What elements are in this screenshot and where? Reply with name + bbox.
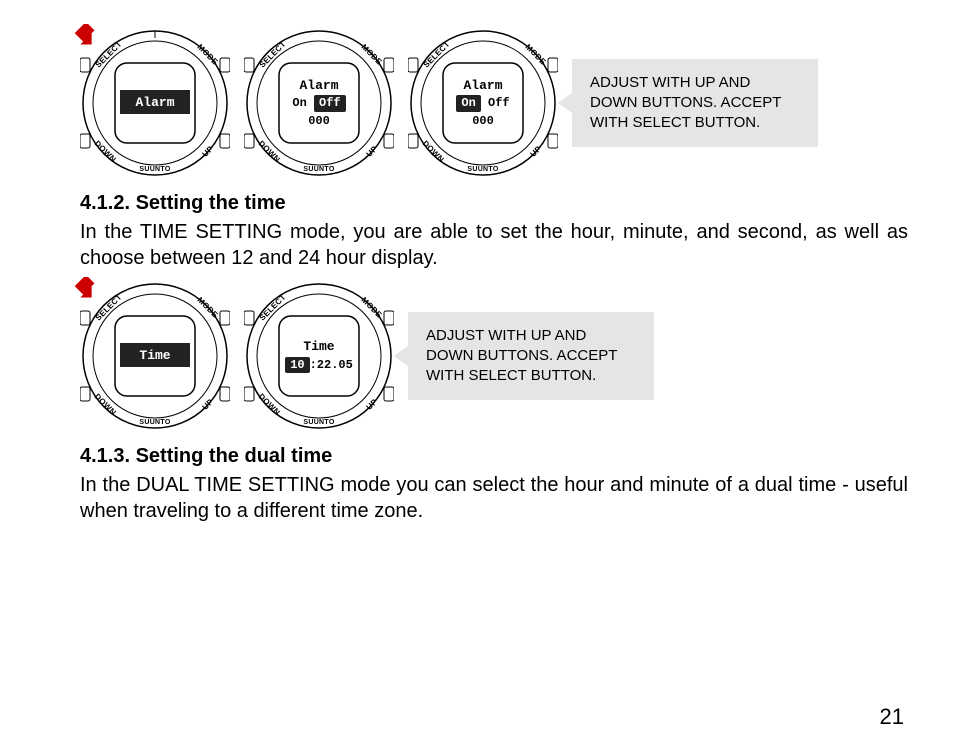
watch-diagram: SELECT MODE DOWN UP SUUNTO Time 10:22.05 [244,281,394,431]
section-heading-412: 4.1.2. Setting the time [80,192,908,215]
page-number: 21 [880,704,904,730]
watch-diagram: SELECT MODE DOWN UP SUUNTO Time [80,281,230,431]
time-setting-figure: SELECT MODE DOWN UP SUUNTO Time SELECT M… [80,281,908,431]
instruction-callout: ADJUST WITH UP AND DOWN BUTTONS. ACCEPT … [572,59,818,148]
watch-screen: Alarm [115,63,195,143]
watch-screen: Alarm On Off 000 [443,63,523,143]
watch-screen: Time [115,316,195,396]
watch-diagram: SELECT MODE DOWN UP SUUNTO Alarm On Off … [408,28,558,178]
alarm-setting-figure: SELECT MODE DOWN UP SUUNTO Alarm SELECT … [80,28,908,178]
watch-screen: Alarm On Off 000 [279,63,359,143]
section-body-412: In the TIME SETTING mode, you are able t… [80,219,908,271]
watch-diagram: SELECT MODE DOWN UP SUUNTO Alarm [80,28,230,178]
section-body-413: In the DUAL TIME SETTING mode you can se… [80,472,908,524]
section-heading-413: 4.1.3. Setting the dual time [80,445,908,468]
brand-label: SUUNTO [139,166,170,173]
watch-screen: Time 10:22.05 [279,316,359,396]
instruction-callout: ADJUST WITH UP AND DOWN BUTTONS. ACCEPT … [408,312,654,401]
watch-diagram: SELECT MODE DOWN UP SUUNTO Alarm On Off … [244,28,394,178]
